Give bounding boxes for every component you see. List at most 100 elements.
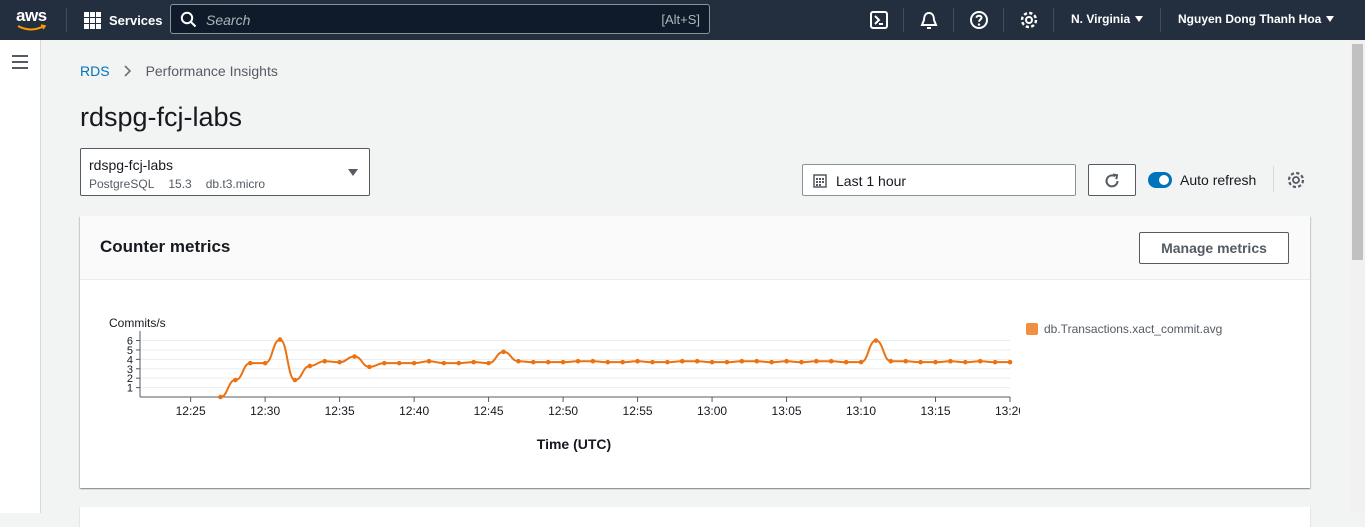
page-title: rdspg-fcj-labs [80,102,243,132]
y-tick-label: 6 [127,336,133,348]
time-range-selector[interactable]: Last 1 hour [802,164,1076,196]
manage-metrics-button[interactable]: Manage metrics [1139,232,1289,264]
data-point [933,359,938,365]
data-point [396,360,402,366]
data-point [277,337,283,342]
db-instance-class: db.t3.micro [205,177,266,191]
data-point [1007,359,1013,365]
data-point [635,358,640,364]
divider [1053,8,1054,32]
scrollbar-thumb[interactable] [1352,44,1363,260]
db-version: 15.3 [168,177,192,191]
calendar-icon [813,174,827,188]
divider [1160,8,1161,32]
divider [1273,166,1274,192]
services-label: Services [109,12,163,28]
vertical-scrollbar[interactable] [1350,40,1365,513]
data-point [560,359,566,365]
panel-header: Counter metrics Manage metrics [80,216,1310,280]
bell-icon[interactable] [919,10,939,30]
data-point [784,358,789,364]
divider [66,8,67,32]
data-point [382,360,387,366]
data-point [665,359,670,365]
data-point [486,360,491,366]
legend-swatch [1026,323,1038,335]
data-point [679,358,685,364]
region-selector[interactable]: N. Virginia [1071,12,1144,26]
breadcrumb-current: Performance Insights [145,63,278,79]
top-navigation-bar: aws Services Search [Alt+S] N. Virginia … [0,0,1365,40]
db-instance-meta: PostgreSQL 15.3 db.t3.micro [89,177,279,191]
grid-icon [84,11,101,29]
db-engine: PostgreSQL [89,177,155,191]
data-point [858,359,864,365]
x-tick-label: 12:30 [250,404,280,418]
side-navigation-rail [0,40,41,513]
data-point [873,338,879,343]
refresh-button[interactable] [1088,164,1136,196]
time-range-label: Last 1 hour [836,173,907,189]
services-menu-button[interactable]: Services [84,11,163,29]
data-point [620,359,625,365]
y-axis-label: Commits/s [109,316,166,330]
legend-label: db.Transactions.xact_commit.avg [1044,322,1223,336]
data-point [754,358,760,364]
chart-legend[interactable]: db.Transactions.xact_commit.avg [1026,322,1222,336]
x-tick-label: 12:45 [474,404,504,418]
data-point [709,359,715,365]
search-placeholder: Search [206,12,251,28]
account-menu[interactable]: Nguyen Dong Thanh Hoa [1178,12,1335,26]
data-point [262,360,268,366]
cloudshell-icon[interactable] [869,10,889,30]
search-shortcut: [Alt+S] [661,12,700,27]
data-point [501,349,506,355]
data-point [545,359,551,365]
help-icon[interactable] [969,10,989,30]
data-point [575,358,581,364]
data-point [963,359,968,365]
data-point [516,358,521,364]
data-point [977,358,983,364]
data-point [724,359,730,365]
db-instance-selector[interactable]: rdspg-fcj-labs PostgreSQL 15.3 db.t3.micro [80,148,370,196]
divider [1003,8,1004,32]
data-point [456,360,462,366]
x-tick-label: 13:10 [846,404,876,418]
x-tick-label: 12:55 [623,404,653,418]
x-tick-label: 12:40 [399,404,429,418]
auto-refresh-toggle[interactable] [1148,172,1172,188]
x-tick-label: 13:15 [920,404,950,418]
data-point [337,359,342,365]
settings-icon[interactable] [1286,170,1306,190]
divider [903,8,904,32]
data-point [322,358,328,364]
data-point [843,359,849,365]
data-point [888,358,894,364]
aws-logo[interactable]: aws [16,6,52,34]
data-point [352,354,357,359]
x-tick-label: 12:25 [176,404,206,418]
data-point [828,358,834,364]
chevron-down-icon [1135,16,1144,22]
auto-refresh-label: Auto refresh [1180,172,1257,188]
aws-logo-text: aws [16,6,47,25]
data-point [650,359,655,365]
data-point [471,359,476,365]
data-point [247,360,253,366]
data-point [769,359,774,365]
chevron-down-icon [1326,16,1335,22]
next-panel [80,507,1310,527]
db-instance-name: rdspg-fcj-labs [89,157,174,173]
data-point [739,358,745,364]
search-input[interactable]: Search [Alt+S] [170,4,710,34]
data-point [307,363,313,369]
chevron-right-icon [123,65,131,77]
data-point [426,358,432,364]
menu-icon[interactable] [12,55,28,73]
breadcrumb-rds-link[interactable]: RDS [80,63,110,79]
user-name: Nguyen Dong Thanh Hoa [1178,12,1322,26]
gear-icon[interactable] [1019,10,1039,30]
data-point [605,359,611,365]
refresh-icon [1105,173,1119,188]
